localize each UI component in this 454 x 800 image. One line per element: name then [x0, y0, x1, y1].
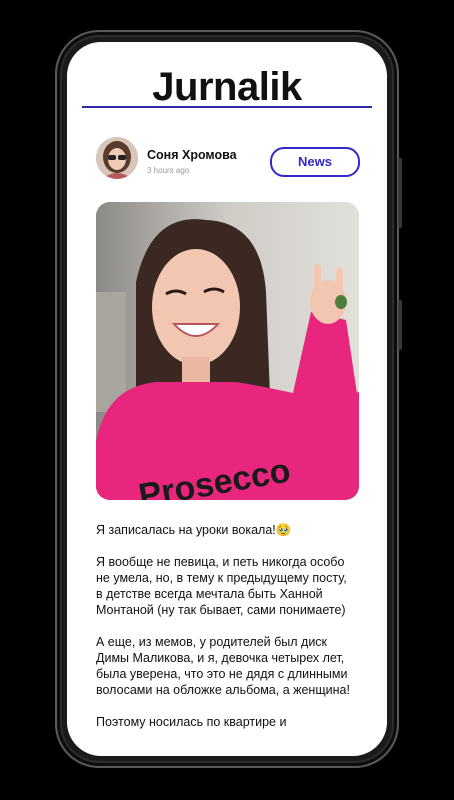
app-screen: Jurnalik Соня Хромова 3 hours ago News P… — [67, 42, 387, 756]
post-paragraph: Поэтому носилась по квартире и — [96, 715, 287, 729]
post-paragraph: А еще, из мемов, у родителей был диск Ди… — [96, 635, 350, 697]
avatar[interactable] — [96, 137, 138, 179]
volume-button — [398, 158, 402, 228]
news-category-button[interactable]: News — [270, 147, 360, 177]
phone-frame: Jurnalik Соня Хромова 3 hours ago News P… — [55, 30, 402, 768]
power-button — [398, 300, 402, 350]
author-name[interactable]: Соня Хромова — [147, 148, 237, 162]
post-paragraph: Я записалась на уроки вокала!🥹 — [96, 523, 292, 537]
app-logo: Jurnalik — [67, 67, 387, 107]
header-divider — [82, 106, 372, 108]
post-photo[interactable]: Prosecco — [96, 202, 359, 500]
post-timestamp: 3 hours ago — [147, 166, 190, 175]
post-body: Я записалась на уроки вокала!🥹 Я вообще … — [96, 522, 351, 746]
logo-text: Jurnalik — [152, 65, 302, 109]
post-paragraph: Я вообще не певица, и петь никогда особо… — [96, 555, 347, 617]
